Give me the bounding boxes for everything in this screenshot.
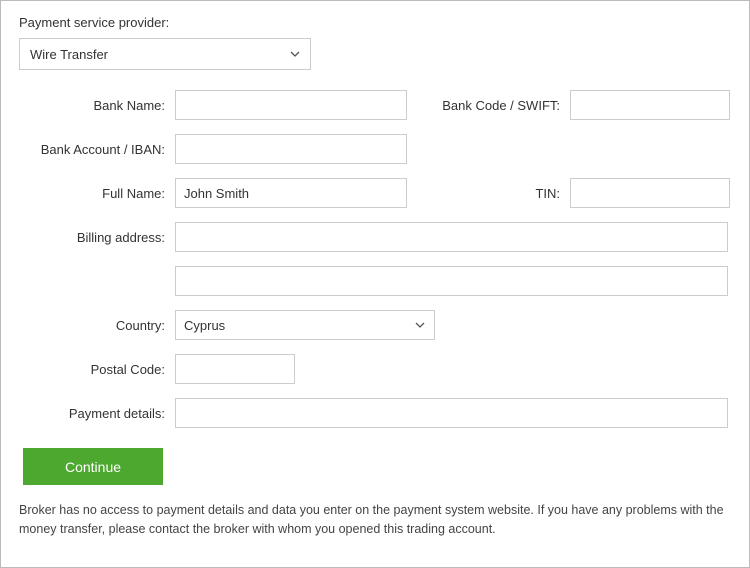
spacer: [19, 266, 175, 296]
billing-address-input-2[interactable]: [175, 266, 728, 296]
iban-label: Bank Account / IBAN:: [19, 142, 175, 157]
bank-code-label: Bank Code / SWIFT:: [407, 98, 570, 113]
footer-disclaimer: Broker has no access to payment details …: [19, 501, 731, 539]
postal-label: Postal Code:: [19, 362, 175, 377]
full-name-input[interactable]: [175, 178, 407, 208]
billing-address-input-1[interactable]: [175, 222, 728, 252]
tin-input[interactable]: [570, 178, 730, 208]
provider-select[interactable]: Wire Transfer: [19, 38, 311, 70]
tin-label: TIN:: [407, 186, 570, 201]
country-label: Country:: [19, 318, 175, 333]
continue-button[interactable]: Continue: [23, 448, 163, 485]
country-select-value: Cyprus: [184, 318, 225, 333]
postal-input[interactable]: [175, 354, 295, 384]
provider-label: Payment service provider:: [19, 15, 731, 30]
provider-select-value: Wire Transfer: [30, 47, 108, 62]
billing-address-label: Billing address:: [19, 230, 175, 245]
withdrawal-form: Payment service provider: Wire Transfer …: [0, 0, 750, 568]
country-select[interactable]: Cyprus: [175, 310, 435, 340]
bank-name-input[interactable]: [175, 90, 407, 120]
iban-input[interactable]: [175, 134, 407, 164]
full-name-label: Full Name:: [19, 186, 175, 201]
chevron-down-icon: [415, 322, 425, 328]
chevron-down-icon: [290, 51, 300, 57]
bank-name-label: Bank Name:: [19, 98, 175, 113]
bank-code-input[interactable]: [570, 90, 730, 120]
payment-details-label: Payment details:: [19, 406, 175, 421]
payment-details-input[interactable]: [175, 398, 728, 428]
